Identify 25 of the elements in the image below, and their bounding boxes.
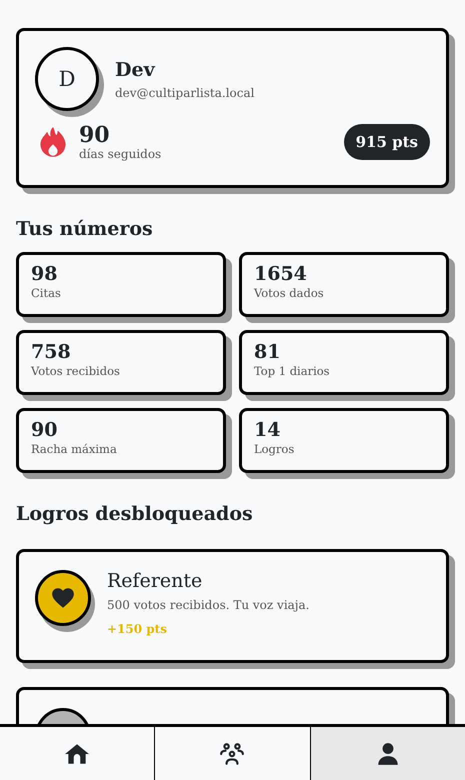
stat-label: Citas [31,286,62,300]
points-badge: 915 pts [344,124,430,160]
nav-tab[interactable] [310,727,465,780]
flame-icon [39,126,67,158]
stat-value: 90 [31,419,58,442]
stat-value: 758 [31,341,72,364]
achievement-title: Referente [107,569,204,594]
stat-label: Racha máxima [31,442,118,456]
group-icon [219,740,246,766]
stat-label: Top 1 diarios [254,364,331,378]
achievement-description: 500 votos recibidos. Tu voz viaja. [107,598,310,612]
stat-value: 98 [31,263,58,286]
user-email: dev@cultiparlista.local [115,86,254,100]
streak-count: 90 [79,123,111,148]
stat-value: 1654 [254,263,308,286]
streak-label: días seguidos [79,147,162,162]
stat-value: 81 [254,341,282,364]
section-title: Logros desbloqueados [16,503,254,525]
user-name: Dev [115,58,156,80]
stat-label: Logros [254,442,296,456]
achievement-points: +150 pts [107,622,168,636]
stat-label: Votos dados [254,286,325,300]
stat-value: 14 [254,419,282,442]
section-title: Tus números [16,218,154,240]
stat-label: Votos recibidos [31,364,121,378]
